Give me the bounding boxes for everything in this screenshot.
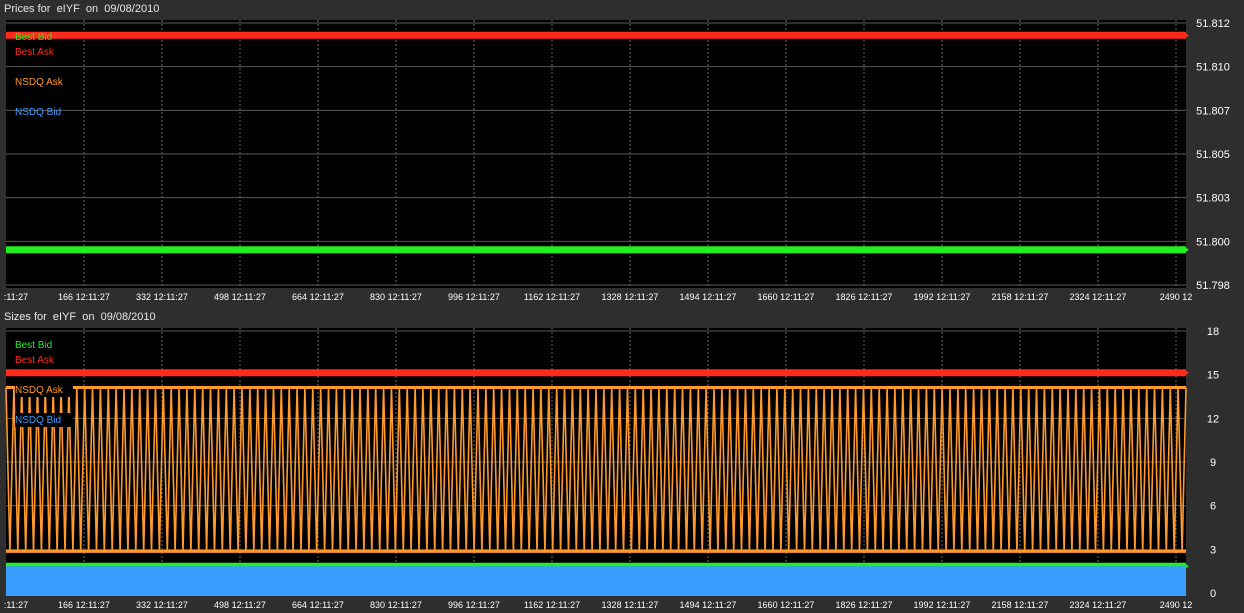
x-tick-label: 1660 12:11:27 <box>758 292 815 302</box>
x-tick-label: 498 12:11:27 <box>214 292 266 302</box>
x-tick-label: :11:27 <box>4 292 28 302</box>
x-tick-label: 2490 12 <box>1160 292 1193 302</box>
x-tick-label: 332 12:11:27 <box>136 292 188 302</box>
x-tick-label: 166 12:11:27 <box>58 292 110 302</box>
y-tick-label: 51.810 <box>1196 62 1230 74</box>
x-tick-label: 830 12:11:27 <box>370 600 422 610</box>
y-tick-label: 3 <box>1210 544 1216 556</box>
legend-best-bid: Best Bid <box>15 32 52 43</box>
legend-best-bid: Best Bid <box>15 340 52 351</box>
sizes-panel: 18 15 12 9 6 3 0 :11:27 166 12:11:27 332 12:11:27… <box>0 308 1244 613</box>
y-tick-label: 51.800 <box>1196 236 1230 248</box>
x-tick-label: 1162 12:11:27 <box>524 292 580 302</box>
x-tick-label: 664 12:11:27 <box>292 600 344 610</box>
y-tick-label: 6 <box>1210 501 1216 513</box>
y-tick-label: 51.805 <box>1196 149 1230 161</box>
x-tick-label: :11:27 <box>4 600 28 610</box>
x-tick-label: 996 12:11:27 <box>448 600 500 610</box>
y-tick-label: 18 <box>1207 326 1219 338</box>
x-tick-label: 166 12:11:27 <box>58 600 110 610</box>
y-tick-label: 51.803 <box>1196 193 1230 205</box>
y-tick-label: 51.807 <box>1196 105 1230 117</box>
x-tick-label: 1826 12:11:27 <box>836 600 893 610</box>
y-tick-label: 15 <box>1207 370 1219 382</box>
x-tick-label: 1494 12:11:27 <box>680 600 737 610</box>
legend-nsdq-bid: NSDQ Bid <box>15 107 61 118</box>
x-tick-label: 1328 12:11:27 <box>602 600 659 610</box>
x-tick-label: 1328 12:11:27 <box>602 292 659 302</box>
x-tick-label: 332 12:11:27 <box>136 600 188 610</box>
y-tick-label: 51.798 <box>1196 280 1230 292</box>
legend-nsdq-ask: NSDQ Ask <box>15 77 64 88</box>
x-tick-label: 1826 12:11:27 <box>836 292 893 302</box>
x-tick-label: 1660 12:11:27 <box>758 600 815 610</box>
legend-best-ask: Best Ask <box>15 355 55 366</box>
prices-chart-title: Prices for eIYF on 09/08/2010 <box>4 3 160 15</box>
sizes-chart-title: Sizes for eIYF on 09/08/2010 <box>4 311 156 323</box>
sizes-chart: 18 15 12 9 6 3 0 :11:27 166 12:11:27 332 12:11:27… <box>4 326 1219 610</box>
prices-panel: 51.812 51.810 51.807 51.805 51.803 51.800 51.7… <box>0 0 1244 306</box>
x-tick-label: 996 12:11:27 <box>448 292 500 302</box>
x-tick-label: 498 12:11:27 <box>214 600 266 610</box>
x-tick-label: 2324 12:11:27 <box>1070 292 1127 302</box>
x-tick-label: 2158 12:11:27 <box>992 600 1049 610</box>
x-tick-label: 2490 12 <box>1160 600 1193 610</box>
x-tick-label: 830 12:11:27 <box>370 292 422 302</box>
y-tick-label: 0 <box>1210 588 1216 600</box>
legend-nsdq-bid: NSDQ Bid <box>15 415 61 426</box>
y-tick-label: 9 <box>1210 457 1216 469</box>
legend-best-ask: Best Ask <box>15 47 55 58</box>
x-tick-label: 664 12:11:27 <box>292 292 344 302</box>
legend-nsdq-ask: NSDQ Ask <box>15 385 64 396</box>
x-tick-label: 1494 12:11:27 <box>680 292 737 302</box>
x-tick-label: 1992 12:11:27 <box>914 292 971 302</box>
x-tick-label: 1992 12:11:27 <box>914 600 971 610</box>
y-tick-label: 12 <box>1207 413 1219 425</box>
x-tick-label: 2324 12:11:27 <box>1070 600 1127 610</box>
y-tick-label: 51.812 <box>1196 18 1230 30</box>
prices-chart: 51.812 51.810 51.807 51.805 51.803 51.800 51.7… <box>4 18 1230 302</box>
series-nsdq-bid-area <box>6 566 1186 596</box>
x-tick-label: 2158 12:11:27 <box>992 292 1049 302</box>
x-tick-label: 1162 12:11:27 <box>524 600 580 610</box>
